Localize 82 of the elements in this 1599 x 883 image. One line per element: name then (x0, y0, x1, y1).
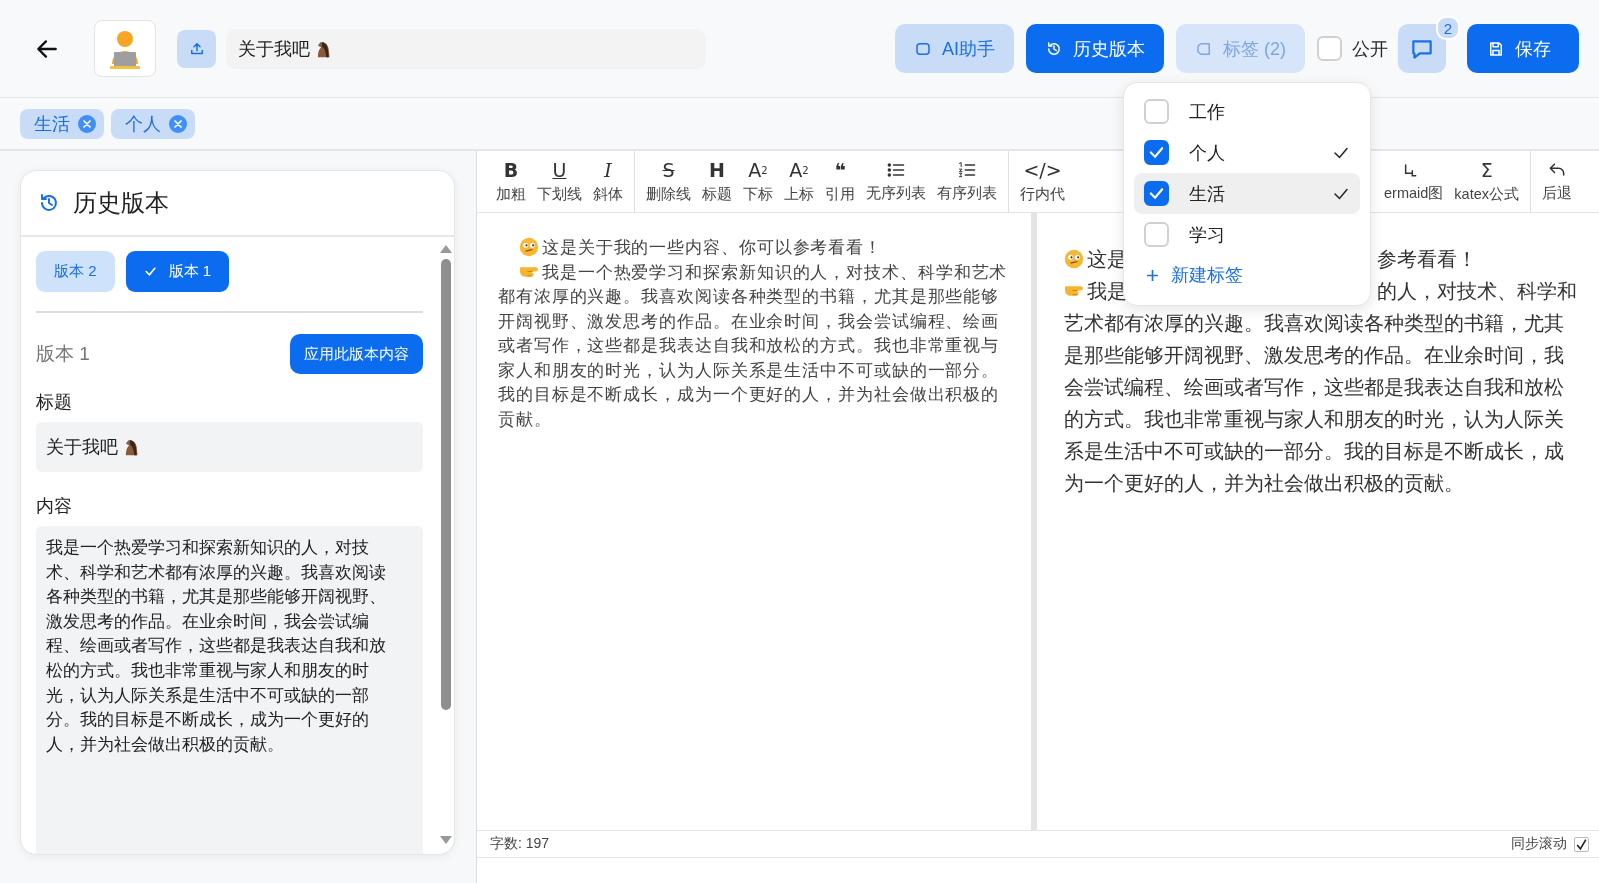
text-line: 为一个更好的人，并为社会做出积极的贡献。 (1064, 471, 1464, 496)
text-line: 系是生活中不可或缺的一部分。我的目标是不断成长，成 (1064, 439, 1564, 464)
text-line: 我是一个热爱学习和探索新知识的人，对技术、科学和艺术 (542, 261, 1008, 283)
comments-button[interactable] (1398, 24, 1446, 73)
title-field: 关于我吧 (36, 422, 423, 472)
toolbar-button[interactable]: ermaid图 (1381, 151, 1447, 212)
text-line: 我的目标是不断成长，成为一个更好的人，并为社会做出积极的 (498, 384, 1000, 405)
text-line: 的方式。我也非常重视与家人和朋友的时光，认为人际关 (1064, 407, 1564, 432)
menu-item[interactable]: 工作 (1134, 91, 1360, 132)
text-line: 是那些能够开阔视野、激发思考的作品。在业余时间，我 (1064, 343, 1564, 368)
tag-checkbox[interactable] (1144, 181, 1169, 206)
public-label: 公开 (1352, 37, 1388, 61)
toolbar-button[interactable]: 有序列表 (934, 151, 1000, 212)
text-line: 这是关于我的一些内容、你可以参考看看！ (542, 237, 883, 258)
pointing-hand-icon (519, 265, 539, 278)
upload-button[interactable] (177, 29, 216, 68)
text-line: 开阔视野、激发思考的作品。在业余时间，我会尝试编程、绘画 (498, 310, 1000, 332)
remove-icon[interactable] (78, 114, 96, 133)
content-field: 我是一个热爱学习和探索新知识的人，对技 术、科学和艺术都有浓厚的兴趣。我喜欢阅读 各种类型的书籍，尤其是那些能够开阔视野、 激发思考的作品。在业余时间，我会尝试编 程、绘画或者写作，这些都是我表达自我和放 松的方式。我也非常重视与家人和朋友的时 光，认为人际关系是生活中不可或缺的一部 分。我的目标是不断成长，成为一个更好的 人，并为社会做出积极的贡献。 (36, 526, 423, 854)
text-line: 会尝试编程、绘画或者写作，这些都是我表达自我和放松 (1064, 375, 1564, 400)
pointing-hand-icon (1064, 285, 1084, 297)
toolbar-button[interactable]: B 加粗 (493, 151, 529, 212)
version-label: 版本 1 (36, 342, 90, 366)
text-line: 或者写作，这些都是我表达自我和放松的方式。我也非常重视与 (498, 335, 1000, 356)
markdown-editor[interactable]: 这是关于我的一些内容、你可以参考看看！ 我是一个热爱学习和探索新知识的人，对技术、科学和艺术 都有浓厚的兴趣。我喜欢阅读各种类型的书籍，尤其是那些能够 开阔视野、激发思考的作品。在业余时间，我会尝试编程、绘画 或者写作，这些都是我表达自我和放松的方式。我也非常重视与 家人和朋友的时光，认为人际关系是生活中不可或缺的一部分。 我的目标是不断成长，成为一个更好的人，并为社会做出积极的 贡献。 (477, 213, 1031, 830)
tag-name: 工作 (1189, 100, 1226, 124)
save-icon (1487, 39, 1505, 58)
tag-label: 生活 (34, 112, 70, 136)
panel-title: 历史版本 (73, 188, 169, 218)
text-line: 这是 (1087, 247, 1127, 272)
text-line: 的人，对技术、科学和 (1377, 279, 1577, 304)
sync-scroll-label: 同步滚动 (1511, 835, 1567, 853)
version-tab[interactable]: 版本 2 (36, 251, 115, 292)
apply-version-button[interactable]: 应用此版本内容 (290, 334, 423, 374)
confused-face-icon (1064, 249, 1084, 269)
toolbar-button[interactable]: 无序列表 (863, 151, 929, 212)
toolbar-button[interactable]: A$^{2}$ 上标 (781, 151, 817, 212)
text-line: 艺术都有浓厚的兴趣。我喜欢阅读各种类型的书籍，尤其 (1064, 311, 1564, 336)
field-label: 内容 (36, 495, 73, 518)
new-tag-button[interactable]: 新建标签 (1134, 255, 1255, 295)
text-line: 参考看看！ (1377, 247, 1477, 272)
numbered-list-icon (957, 160, 977, 180)
sync-scroll-checkbox[interactable] (1574, 836, 1589, 852)
check-icon (1148, 185, 1165, 202)
text-line: 我是 (1087, 279, 1127, 304)
scroll-up-arrow-icon (440, 245, 452, 253)
toolbar-button[interactable]: S 删除线 (643, 151, 694, 212)
title-field[interactable]: 关于我吧 (226, 28, 706, 69)
bullet-list-icon (886, 160, 906, 180)
version-tab[interactable]: 版本 1 (125, 251, 230, 292)
toolbar-button[interactable]: 后退 (1539, 151, 1575, 212)
tag-name: 学习 (1189, 223, 1226, 247)
count-badge: 2 (1436, 16, 1460, 40)
text-line: 家人和朋友的时光，认为人际关系是生活中不可或缺的一部分。 (498, 359, 1000, 381)
field-label: 标题 (36, 391, 73, 414)
plus-icon (1146, 268, 1159, 282)
tag-name: 生活 (1189, 182, 1226, 206)
toolbar-button[interactable]: I 斜体 (590, 151, 626, 212)
public-checkbox[interactable] (1317, 36, 1342, 61)
toolbar-button[interactable]: H 标题 (699, 151, 735, 212)
history-button[interactable]: 历史版本 (1026, 24, 1164, 73)
word-count: 字数: 197 (490, 835, 550, 853)
scroll-down-arrow-icon (440, 836, 452, 844)
menu-item[interactable]: 个人 (1134, 132, 1360, 173)
check-icon (1148, 144, 1165, 161)
toolbar-button[interactable]: </> 行内代 (1017, 151, 1068, 212)
remove-icon[interactable] (169, 114, 187, 133)
check-icon (143, 265, 157, 278)
toolbar-button[interactable]: ❝ 引用 (822, 151, 858, 212)
toolbar-button[interactable]: Σ katex公式 (1451, 151, 1522, 212)
tag-label: 个人 (125, 112, 161, 136)
save-button[interactable]: 保存 (1467, 24, 1579, 73)
text-line: 贡献。 (498, 408, 552, 430)
tag-name: 个人 (1189, 141, 1226, 165)
menu-item[interactable]: 学习 (1134, 214, 1360, 255)
confused-face-icon (519, 237, 539, 258)
history-icon (1045, 39, 1063, 58)
menu-item[interactable]: 生活 (1134, 173, 1360, 214)
tag-checkbox[interactable] (1144, 140, 1169, 165)
text-line: 都有浓厚的兴趣。我喜欢阅读各种类型的书籍，尤其是那些能够 (498, 286, 1000, 307)
toolbar-button[interactable]: U 下划线 (534, 151, 585, 212)
check-icon (1575, 837, 1588, 851)
